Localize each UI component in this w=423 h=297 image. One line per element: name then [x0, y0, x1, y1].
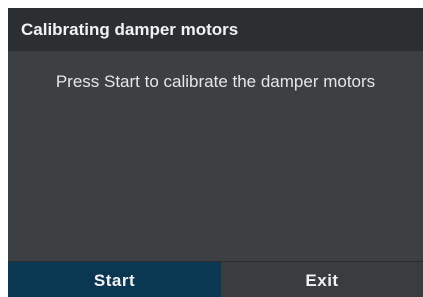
- dialog-button-row: Start Exit: [8, 261, 423, 297]
- start-button[interactable]: Start: [8, 262, 221, 297]
- calibration-dialog: Calibrating damper motors Press Start to…: [8, 8, 423, 297]
- exit-button[interactable]: Exit: [221, 262, 423, 297]
- dialog-message: Press Start to calibrate the damper moto…: [55, 72, 376, 91]
- dialog-title: Calibrating damper motors: [21, 20, 239, 39]
- dialog-title-bar: Calibrating damper motors: [8, 8, 423, 51]
